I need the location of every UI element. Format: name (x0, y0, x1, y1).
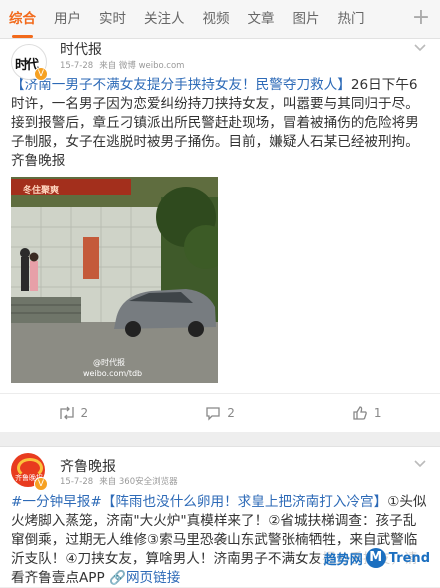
comment-button[interactable]: 2 (147, 394, 294, 432)
comment-count: 2 (227, 406, 235, 420)
tab-realtime[interactable]: 实时 (90, 0, 135, 38)
post-date: 15-7-28 (60, 61, 94, 71)
post-card: 时代 V 时代报 15-7-28 来自 微博 weibo.com 【济南一男子不满… (0, 39, 440, 432)
post-text: #一分钟早报#【阵雨也没什么卵用！求皇上把济南打入冷宫】①头似火烤脚入蒸笼，济南… (0, 493, 440, 588)
verified-badge-icon: V (34, 67, 48, 81)
tab-users[interactable]: 用户 (45, 0, 90, 38)
post-source: 来自 360安全浏览器 (99, 477, 178, 487)
tab-images[interactable]: 图片 (284, 0, 329, 38)
post-author[interactable]: 齐鲁晚报 (60, 456, 116, 476)
photo-watermark-handle: @时代报 (93, 358, 125, 367)
tab-video[interactable]: 视频 (194, 0, 239, 38)
post-author[interactable]: 时代报 (60, 39, 102, 59)
like-count: 1 (373, 406, 382, 420)
post-actions: 2 2 1 (0, 393, 440, 432)
comment-icon (205, 405, 221, 421)
post-text: 【济南一男子不满女友提分手挟持女友！民警夺刀救人】26日下午6时许，一名男子因为… (0, 76, 440, 171)
like-button[interactable]: 1 (293, 394, 440, 432)
repost-icon (59, 405, 75, 421)
thumbs-up-icon (352, 405, 368, 421)
repost-count: 2 (80, 406, 89, 420)
site-watermark: 趋势网 M Trend (319, 546, 434, 570)
web-link[interactable]: 🔗网页链接 (109, 570, 180, 586)
web-link-label: 网页链接 (125, 570, 181, 586)
photo-sign-text: 冬住聚爽 (23, 186, 60, 196)
link-icon: 🔗 (109, 570, 126, 586)
search-tab-bar: 综合 用户 实时 关注人 视频 文章 图片 热门 + (0, 0, 440, 39)
repost-button[interactable]: 2 (0, 394, 147, 432)
post-topic[interactable]: 【阵雨也没什么卵用！求皇上把济南打入冷宫】 (102, 494, 387, 510)
post-photo[interactable]: 冬住聚爽 @时代报 weibo.com/tdb (11, 177, 218, 383)
chevron-down-icon[interactable] (413, 459, 427, 471)
watermark-text-left: 趋势网 (323, 552, 363, 568)
watermark-logo-icon: M (365, 548, 386, 568)
tab-hot[interactable]: 热门 (329, 0, 374, 38)
chevron-down-icon[interactable] (413, 43, 427, 55)
watermark-text-right: Trend (388, 550, 430, 566)
post-source: 来自 微博 weibo.com (99, 61, 185, 71)
post-date: 15-7-28 (60, 477, 94, 487)
tab-comprehensive[interactable]: 综合 (0, 0, 45, 38)
tab-articles[interactable]: 文章 (239, 0, 284, 38)
photo-scene-illustration (11, 177, 218, 383)
post-meta: 15-7-28 来自 360安全浏览器 (60, 475, 178, 487)
photo-watermark: weibo.com/tdb (83, 369, 143, 378)
tab-following[interactable]: 关注人 (135, 0, 194, 38)
add-tab-icon[interactable]: + (408, 7, 434, 31)
post-hashtag[interactable]: #一分钟早报# (11, 494, 102, 510)
post-header: 齐鲁晚报 V 齐鲁晚报 15-7-28 来自 360安全浏览器 (0, 447, 440, 493)
post-topic[interactable]: 【济南一男子不满女友提分手挟持女友！民警夺刀救人】 (11, 77, 351, 93)
post-header: 时代 V 时代报 15-7-28 来自 微博 weibo.com (0, 39, 440, 81)
verified-badge-icon: V (34, 477, 48, 491)
post-meta: 15-7-28 来自 微博 weibo.com (60, 59, 184, 71)
